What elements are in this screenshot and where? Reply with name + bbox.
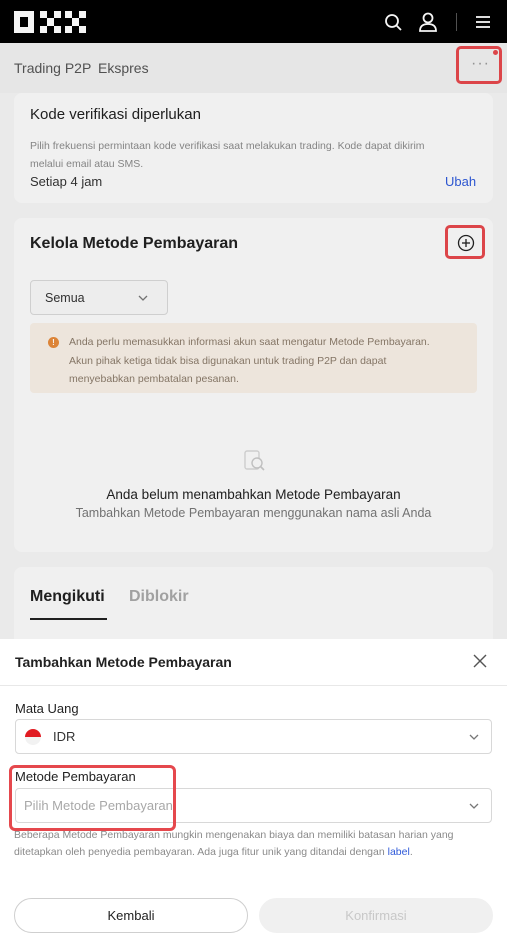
- payment-method-label: Metode Pembayaran: [15, 769, 136, 784]
- filter-value: Semua: [45, 291, 85, 305]
- label-link[interactable]: label: [388, 846, 410, 858]
- empty-state-title: Anda belum menambahkan Metode Pembayaran: [106, 487, 401, 502]
- chevron-down-icon: [469, 734, 479, 740]
- indonesia-flag-icon: [25, 729, 41, 745]
- sheet-title: Tambahkan Metode Pembayaran: [15, 654, 232, 670]
- more-icon: ···: [471, 55, 490, 72]
- tab-blocked[interactable]: Diblokir: [129, 588, 189, 606]
- notification-dot: [493, 50, 498, 55]
- plus-circle-icon: [457, 234, 475, 252]
- okx-logo[interactable]: [14, 11, 86, 33]
- filter-dropdown[interactable]: Semua: [30, 280, 168, 315]
- close-icon[interactable]: [472, 653, 488, 669]
- chevron-down-icon: [469, 803, 479, 809]
- top-bar: [0, 0, 507, 43]
- add-payment-method-button[interactable]: [445, 225, 485, 259]
- follow-card: [14, 567, 493, 647]
- active-tab-indicator: [30, 618, 107, 620]
- currency-label: Mata Uang: [15, 701, 79, 716]
- warning-icon: !: [48, 337, 59, 348]
- verification-frequency: Setiap 4 jam: [30, 174, 103, 189]
- empty-search-icon: [244, 450, 265, 471]
- divider: [456, 13, 457, 31]
- divider: [0, 685, 507, 686]
- payment-note: Beberapa Metode Pembayaran mungkin menge…: [14, 829, 454, 858]
- verification-description: Pilih frekuensi permintaan kode verifika…: [30, 140, 425, 170]
- warning-box: ! Anda perlu memasukkan informasi akun s…: [30, 323, 477, 393]
- chevron-down-icon: [138, 295, 148, 301]
- verification-title: Kode verifikasi diperlukan: [30, 106, 201, 123]
- edit-frequency-link[interactable]: Ubah: [445, 174, 476, 189]
- payment-method-placeholder: Pilih Metode Pembayaran: [24, 798, 173, 813]
- currency-select[interactable]: IDR: [15, 719, 492, 754]
- tab-ekspres[interactable]: Ekspres: [98, 60, 149, 76]
- payment-methods-title: Kelola Metode Pembayaran: [30, 235, 239, 252]
- confirm-button[interactable]: Konfirmasi: [259, 898, 493, 933]
- more-options-button[interactable]: ···: [456, 46, 502, 84]
- warning-text: Anda perlu memasukkan informasi akun saa…: [69, 336, 430, 385]
- back-button[interactable]: Kembali: [14, 898, 248, 933]
- currency-value: IDR: [53, 729, 76, 744]
- payment-method-select[interactable]: Pilih Metode Pembayaran: [15, 788, 492, 823]
- tab-trading-p2p[interactable]: Trading P2P: [14, 60, 91, 76]
- user-icon[interactable]: [417, 11, 439, 33]
- search-icon[interactable]: [382, 11, 404, 33]
- tab-following[interactable]: Mengikuti: [30, 588, 105, 606]
- empty-state-subtitle: Tambahkan Metode Pembayaran menggunakan …: [75, 506, 432, 520]
- menu-icon[interactable]: [472, 11, 494, 33]
